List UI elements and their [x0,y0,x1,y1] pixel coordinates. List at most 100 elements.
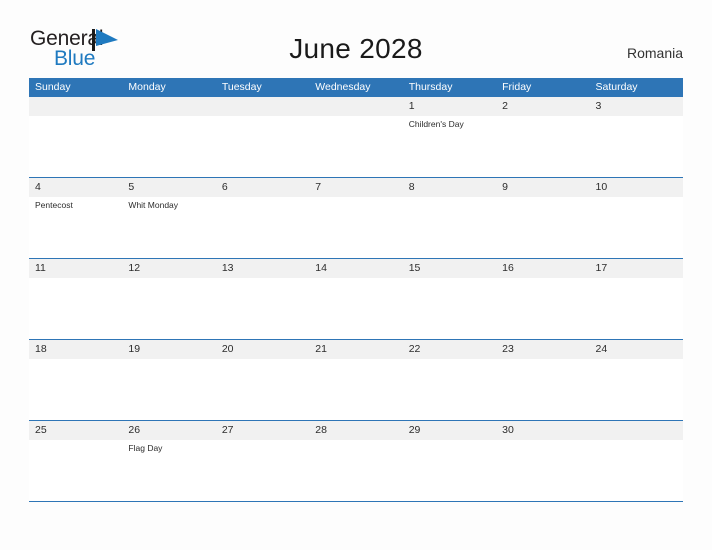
day-number: 5 [122,178,216,197]
calendar-day-cell-empty [309,97,403,177]
calendar-day-cell-empty [122,97,216,177]
day-events [216,116,309,119]
weekday-header-monday: Monday [128,81,166,93]
day-number: 28 [309,421,403,440]
day-number: 27 [215,421,310,440]
day-number [309,97,403,116]
calendar-day-cell-empty [215,97,310,177]
day-events [590,116,683,119]
day-events: Pentecost [29,197,122,211]
weekday-header-thursday: Thursday [408,81,453,93]
calendar-day-cell[interactable]: 16 [496,259,590,339]
day-events [29,440,122,443]
calendar-day-cell[interactable]: 2 [496,97,590,177]
day-number: 19 [122,340,216,359]
day-events [216,440,309,443]
day-number: 3 [589,97,683,116]
day-events [216,197,309,200]
weekday-header-sunday: Sunday [35,81,71,93]
calendar-day-cell[interactable]: 12 [122,259,216,339]
calendar-day-cell[interactable]: 9 [496,178,590,258]
calendar-week-cells: 11 12 13 14 15 16 17 [29,259,683,339]
day-events [29,116,122,119]
day-number: 21 [309,340,403,359]
day-number [215,97,310,116]
calendar-week-row: 25 26 Flag Day 27 28 29 30 [29,420,683,501]
calendar-day-cell[interactable]: 6 [215,178,310,258]
day-events [309,440,402,443]
calendar-day-cell[interactable]: 10 [589,178,683,258]
calendar-day-cell[interactable]: 21 [309,340,403,420]
day-events [309,278,402,281]
day-events [590,440,683,443]
calendar-table: Sunday Monday Tuesday Wednesday Thursday… [29,78,683,502]
calendar-day-cell[interactable]: 13 [215,259,310,339]
day-events: Whit Monday [122,197,215,211]
holiday-label: Flag Day [128,443,163,453]
calendar-day-cell[interactable]: 25 [29,421,123,501]
day-events [496,359,589,362]
day-events [216,278,309,281]
calendar-day-cell[interactable]: 19 [122,340,216,420]
calendar-day-cell[interactable]: 15 [402,259,497,339]
country-label: Romania [626,45,683,61]
day-events [590,278,683,281]
day-events [403,197,496,200]
day-number: 25 [29,421,123,440]
day-number [29,97,123,116]
day-number: 10 [589,178,683,197]
calendar-day-cell[interactable]: 23 [496,340,590,420]
day-events [122,278,215,281]
day-number [589,421,683,440]
calendar-week-row: 4 Pentecost 5 Whit Monday 6 7 8 9 10 [29,177,683,258]
day-number: 9 [496,178,590,197]
holiday-label: Children's Day [408,119,464,129]
weekday-header-row: Sunday Monday Tuesday Wednesday Thursday… [29,78,683,97]
day-number: 18 [29,340,123,359]
calendar-day-cell[interactable]: 17 [589,259,683,339]
calendar-day-cell[interactable]: 24 [589,340,683,420]
calendar-day-cell[interactable]: 20 [215,340,310,420]
calendar-day-cell-empty [29,97,123,177]
calendar-day-cell[interactable]: 5 Whit Monday [122,178,216,258]
calendar-day-cell[interactable]: 29 [402,421,497,501]
day-events [122,359,215,362]
calendar-week-row: 11 12 13 14 15 16 17 [29,258,683,339]
day-number: 30 [496,421,590,440]
calendar-day-cell[interactable]: 26 Flag Day [122,421,216,501]
calendar-week-cells: 4 Pentecost 5 Whit Monday 6 7 8 9 10 [29,178,683,258]
day-number: 1 [402,97,497,116]
calendar-day-cell[interactable]: 28 [309,421,403,501]
calendar-day-cell[interactable]: 8 [402,178,497,258]
calendar-day-cell[interactable]: 30 [496,421,590,501]
calendar-bottom-rule [29,501,683,502]
day-number: 16 [496,259,590,278]
day-events [29,359,122,362]
calendar-week-row: 1 Children's Day 2 3 [29,97,683,177]
calendar-day-cell[interactable]: 18 [29,340,123,420]
calendar-week-row: 18 19 20 21 22 23 24 [29,339,683,420]
day-number: 15 [402,259,497,278]
day-number: 7 [309,178,403,197]
day-events [590,197,683,200]
calendar-day-cell[interactable]: 27 [215,421,310,501]
weekday-header-tuesday: Tuesday [221,81,262,93]
day-number: 17 [589,259,683,278]
calendar-day-cell[interactable]: 22 [402,340,497,420]
calendar-day-cell[interactable]: 3 [589,97,683,177]
calendar-day-cell[interactable]: 14 [309,259,403,339]
calendar-day-cell[interactable]: 1 Children's Day [402,97,497,177]
day-number: 11 [29,259,123,278]
calendar-weeks: 1 Children's Day 2 3 4 Pentecost 5 Whit Monday 6… [29,97,683,501]
day-number: 20 [215,340,310,359]
day-events [122,116,215,119]
day-number: 6 [215,178,310,197]
day-events [496,197,589,200]
day-number: 14 [309,259,403,278]
calendar-day-cell[interactable]: 11 [29,259,123,339]
day-events [496,278,589,281]
day-events [309,116,402,119]
calendar-day-cell[interactable]: 4 Pentecost [29,178,123,258]
calendar-day-cell[interactable]: 7 [309,178,403,258]
day-events [403,359,496,362]
